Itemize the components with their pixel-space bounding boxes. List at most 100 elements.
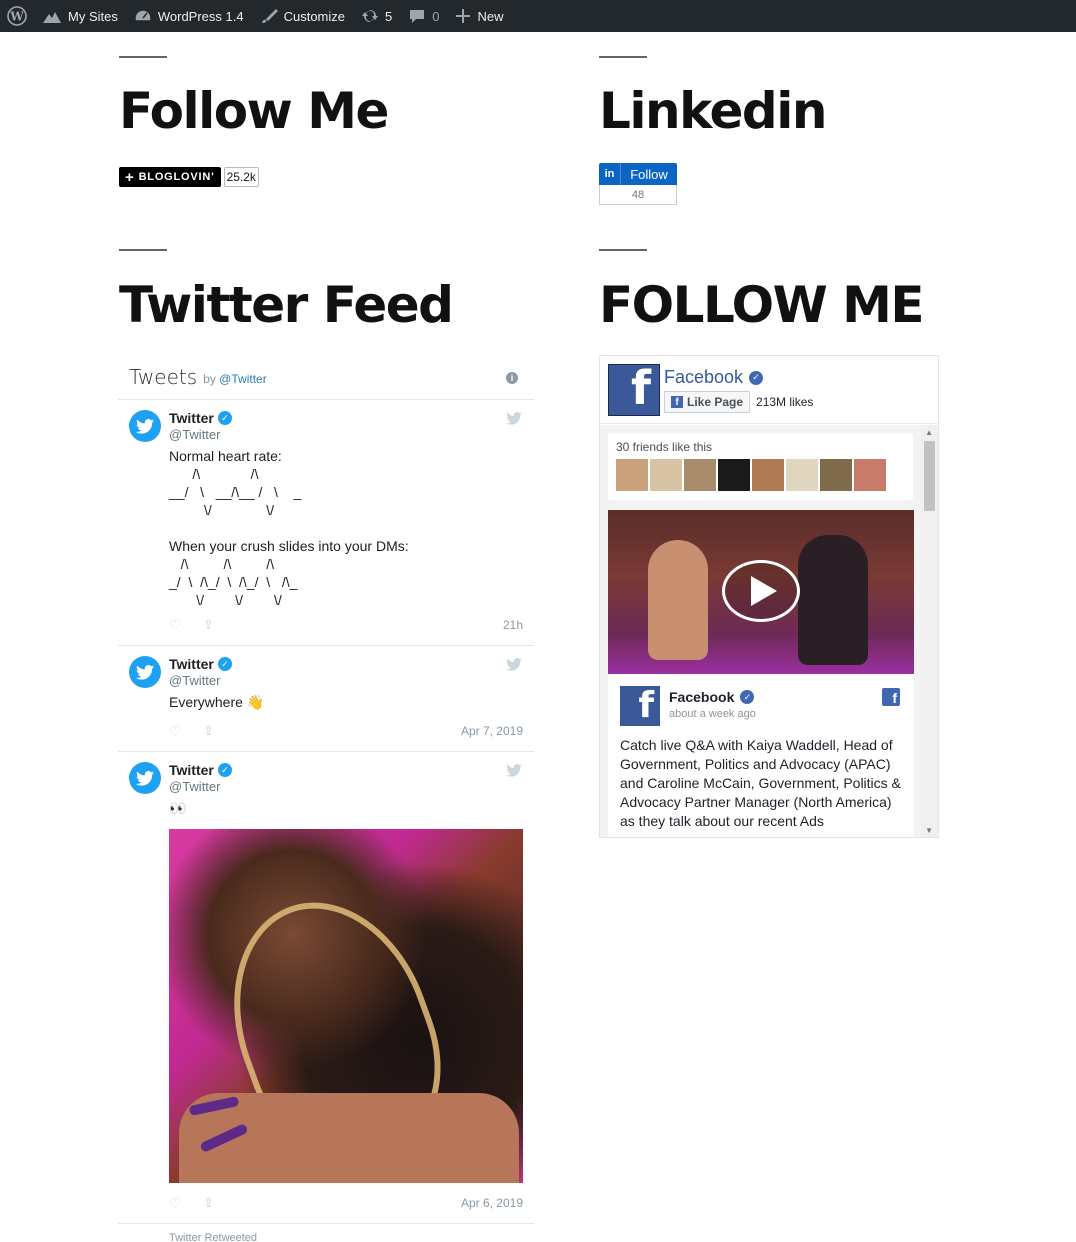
my-sites-label: My Sites: [68, 8, 118, 24]
tweet-author: Twitter ✓: [169, 762, 523, 778]
bloglovin-widget: + BLOGLOVIN' 25.2k: [119, 167, 259, 187]
twitter-bird-icon: [136, 418, 154, 434]
facebook-logo-icon[interactable]: f: [620, 685, 660, 726]
person-figure: [648, 540, 708, 660]
tweet-author-name[interactable]: Twitter: [169, 410, 214, 426]
tweet-text: Everywhere 👋: [169, 694, 265, 710]
facebook-page-title: Facebook ✓: [664, 367, 764, 388]
facebook-video[interactable]: [608, 510, 914, 674]
scroll-thumb[interactable]: [924, 441, 935, 511]
linkedin-follower-count: 48: [599, 185, 677, 205]
tweet-author: Twitter ✓: [169, 656, 523, 672]
comment-icon: [410, 10, 425, 23]
linkedin-widget-rule: [599, 56, 647, 58]
wordpress-logo-icon[interactable]: W: [0, 0, 34, 32]
post-author-name[interactable]: Facebook: [669, 689, 734, 705]
tweet-date[interactable]: 21h: [503, 618, 523, 632]
like-page-button[interactable]: f Like Page: [664, 391, 751, 413]
twitter-feed-title: Twitter Feed: [119, 276, 454, 334]
scroll-down-arrow-icon[interactable]: ▼: [925, 826, 933, 835]
tweet-handle[interactable]: @Twitter: [169, 779, 523, 794]
site-name-menu[interactable]: WordPress 1.4: [126, 0, 252, 32]
twitter-bird-icon: [136, 770, 154, 786]
post-author: Facebook ✓: [669, 689, 755, 705]
friend-avatar[interactable]: [854, 459, 886, 491]
verified-icon: ✓: [217, 763, 232, 777]
verified-icon: ✓: [740, 690, 755, 704]
tweet-actions: ♡ ⇪ 21h: [169, 617, 523, 633]
tweet[interactable]: Twitter ✓ @Twitter Normal heart rate: /\…: [118, 400, 534, 646]
person-figure: [798, 535, 868, 665]
tweet-handle[interactable]: @Twitter: [169, 427, 523, 442]
brush-icon: [261, 9, 278, 23]
facebook-likes-count: 213M likes: [756, 395, 814, 409]
share-icon[interactable]: ⇪: [203, 723, 214, 739]
facebook-share-icon[interactable]: f: [882, 688, 900, 706]
comments-link[interactable]: 0: [400, 0, 447, 32]
facebook-like-row: f Like Page 213M likes: [664, 391, 813, 413]
info-icon[interactable]: i: [506, 372, 518, 384]
post-timestamp[interactable]: about a week ago: [669, 708, 756, 720]
twitter-avatar[interactable]: [129, 762, 161, 794]
facebook-post: f Facebook ✓ about a week ago f Catch li…: [608, 674, 914, 837]
like-heart-icon[interactable]: ♡: [169, 1195, 203, 1212]
share-icon[interactable]: ⇪: [203, 617, 214, 633]
tweet[interactable]: Twitter ✓ @Twitter 👀 ♡ ⇪ Apr 6, 2019: [118, 752, 534, 1224]
tweet-author-name[interactable]: Twitter: [169, 656, 214, 672]
verified-icon: ✓: [217, 411, 232, 425]
friends-like-label: 30 friends like this: [616, 440, 713, 454]
twitter-widget-rule: [119, 249, 167, 251]
tweet-date[interactable]: Apr 7, 2019: [461, 724, 523, 738]
my-sites-menu[interactable]: My Sites: [34, 0, 126, 32]
follow-me-widget-rule: [119, 56, 167, 58]
play-button-icon[interactable]: [722, 560, 800, 622]
friend-avatar[interactable]: [752, 459, 784, 491]
new-label: New: [477, 8, 504, 24]
twitter-logo-icon[interactable]: [506, 412, 522, 425]
friend-avatar[interactable]: [650, 459, 682, 491]
facebook-page-name[interactable]: Facebook: [664, 367, 743, 388]
tweet-handle[interactable]: @Twitter: [169, 673, 523, 688]
linkedin-icon: in: [599, 163, 621, 185]
feed-scrollbar[interactable]: ▲ ▼: [921, 425, 938, 837]
bloglovin-follow-button[interactable]: + BLOGLOVIN': [119, 167, 221, 187]
friend-avatars: [616, 459, 905, 491]
twitter-avatar[interactable]: [129, 410, 161, 442]
tweet-actions: ♡ ⇪ Apr 6, 2019: [169, 1195, 523, 1211]
tweet[interactable]: Twitter ✓ @Twitter Everywhere 👋 ♡ ⇪ Apr …: [118, 646, 534, 752]
facebook-small-icon: f: [671, 396, 683, 408]
timeline-handle-link[interactable]: @Twitter: [219, 372, 267, 386]
share-icon[interactable]: ⇪: [203, 1195, 214, 1211]
facebook-feed[interactable]: 30 friends like this f Facebook ✓ about …: [600, 425, 938, 837]
twitter-avatar[interactable]: [129, 656, 161, 688]
friend-avatar[interactable]: [786, 459, 818, 491]
facebook-logo-icon[interactable]: f: [608, 361, 660, 416]
tweet-photo[interactable]: [169, 829, 523, 1183]
linkedin-follow-button[interactable]: in Follow: [599, 163, 677, 185]
twitter-timeline: Tweets by @Twitter i Twitter ✓ @Twitter …: [118, 355, 534, 1242]
svg-text:W: W: [9, 10, 24, 24]
friend-avatar[interactable]: [684, 459, 716, 491]
twitter-bird-icon: [136, 664, 154, 680]
friend-avatar[interactable]: [616, 459, 648, 491]
like-heart-icon[interactable]: ♡: [169, 617, 203, 634]
friend-avatar[interactable]: [718, 459, 750, 491]
friend-avatar[interactable]: [820, 459, 852, 491]
scroll-up-arrow-icon[interactable]: ▲: [925, 428, 933, 437]
plus-icon: +: [125, 168, 135, 186]
customize-link[interactable]: Customize: [252, 0, 353, 32]
plus-icon: [456, 9, 471, 23]
like-page-label: Like Page: [687, 395, 744, 409]
updates-icon: [362, 10, 379, 22]
twitter-logo-icon[interactable]: [506, 658, 522, 671]
tweet[interactable]: Twitter Retweeted: [118, 1224, 534, 1242]
tweet-author-name[interactable]: Twitter: [169, 762, 214, 778]
timeline-by-label: by: [203, 372, 216, 386]
updates-link[interactable]: 5: [353, 0, 400, 32]
timeline-header: Tweets by @Twitter i: [118, 355, 534, 400]
like-heart-icon[interactable]: ♡: [169, 723, 203, 740]
post-text: Catch live Q&A with Kaiya Waddell, Head …: [620, 737, 901, 829]
new-content-menu[interactable]: New: [447, 0, 511, 32]
twitter-logo-icon[interactable]: [506, 764, 522, 777]
tweet-date[interactable]: Apr 6, 2019: [461, 1196, 523, 1210]
